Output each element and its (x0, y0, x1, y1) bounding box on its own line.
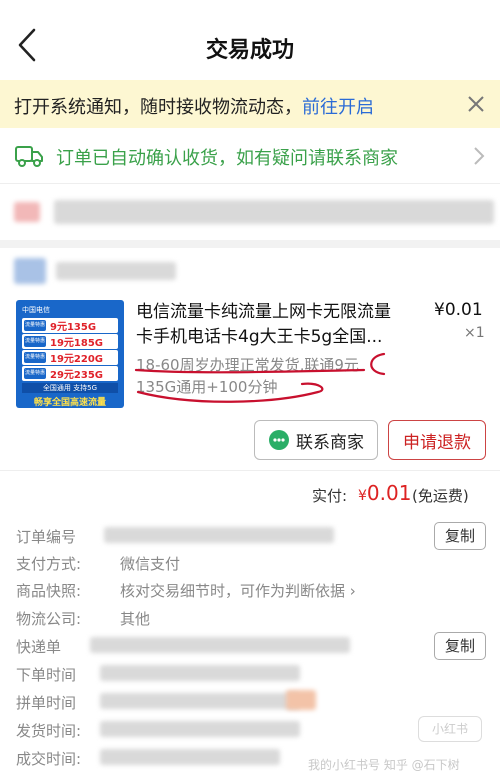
page-title: 交易成功 (205, 38, 294, 63)
address-row[interactable] (0, 184, 500, 240)
product-title-line: 电信流量卡纯流量上网卡无限流量 (136, 302, 391, 322)
notification-text: 打开系统通知，随时接收物流动态，前往开启 (14, 93, 374, 119)
address-redacted (54, 200, 494, 224)
watermark-text: 我的小红书号 知乎 @石下树 (308, 758, 460, 772)
logistics-value: 其他 (120, 610, 151, 628)
snapshot-label: 商品快照: (16, 582, 82, 600)
product-title-line: 卡手机电话卡4g大王卡5g全国... (136, 327, 383, 347)
xiaohongshu-watermark-badge: 小红书 (418, 716, 482, 742)
logistics-label: 物流公司: (16, 610, 82, 628)
shipping-note: (免运费) (412, 487, 469, 505)
product-spec-line: 18-60周岁办理正常发货,联通9元 (136, 356, 359, 374)
group-time-redacted (100, 693, 300, 709)
shop-row[interactable] (0, 248, 500, 294)
notification-banner: 打开系统通知，随时接收物流动态，前往开启 (0, 80, 500, 128)
total-amount: 0.01 (366, 481, 412, 505)
pay-method-value: 微信支付 (120, 555, 181, 573)
detail-row-snapshot[interactable]: 商品快照: 核对交易细节时，可作为判断依据 › (16, 576, 486, 602)
product-title[interactable]: 电信流量卡纯流量上网卡无限流量 卡手机电话卡4g大王卡5g全国... (136, 300, 426, 350)
order-time-label: 下单时间 (16, 666, 77, 684)
chat-bubble-icon (269, 430, 289, 450)
product-spec: 18-60周岁办理正常发货,联通9元 135G通用+100分钟 (136, 354, 396, 398)
detail-row-ship-time: 发货时间: (16, 716, 486, 742)
product-card[interactable]: 中国电信 流量特惠 9元135G 流量特惠 19元185G 流量特惠 19元220G … (0, 294, 500, 470)
shop-name-redacted (56, 262, 176, 280)
order-no-redacted (104, 527, 334, 543)
telecom-logo: 中国电信 (22, 306, 50, 314)
request-refund-button[interactable]: 申请退款 (388, 420, 486, 460)
plan-item: 流量特惠 19元220G (22, 350, 118, 365)
order-no-label: 订单编号 (16, 528, 77, 546)
detail-row-order-no: 订单编号 复制 (16, 522, 486, 550)
detail-row-pay-method: 支付方式: 微信支付 (16, 549, 486, 575)
product-thumbnail[interactable]: 中国电信 流量特惠 9元135G 流量特惠 19元185G 流量特惠 19元220G … (16, 300, 124, 408)
product-spec-line: 135G通用+100分钟 (136, 378, 278, 396)
order-details: 订单编号 复制 支付方式: 微信支付 商品快照: 核对交易细节时，可作为判断依据… (0, 516, 500, 782)
tracking-label: 快递单 (16, 638, 62, 656)
currency-symbol: ¥ (358, 488, 367, 504)
product-quantity: ×1 (464, 325, 485, 341)
group-time-redacted-extra (286, 690, 316, 710)
order-time-redacted (100, 665, 300, 681)
detail-row-logistics: 物流公司: 其他 (16, 604, 486, 630)
plan-item: 流量特惠 29元235G (22, 366, 118, 381)
location-icon-blurred (14, 202, 40, 222)
copy-tracking-button[interactable]: 复制 (434, 632, 486, 660)
tracking-redacted (90, 637, 350, 653)
plan-item: 流量特惠 9元135G (22, 318, 118, 333)
plan-item: 流量特惠 19元185G (22, 334, 118, 349)
deal-time-label: 成交时间: (16, 750, 82, 768)
thumb-badge: 全国通用 支持5G (22, 383, 118, 393)
thumb-footer: 畅享全国高速流量 (33, 398, 106, 408)
snapshot-value[interactable]: 核对交易细节时，可作为判断依据 › (120, 580, 356, 601)
delivery-truck-icon (15, 146, 43, 167)
order-status-text: 订单已自动确认收货，如有疑问请联系商家 (56, 148, 398, 169)
notification-message: 打开系统通知，随时接收物流动态， (14, 97, 302, 118)
pay-method-label: 支付方式: (16, 555, 82, 573)
payment-total-row: 实付: ¥0.01 (免运费) (0, 470, 500, 516)
total-price: ¥0.01 (358, 481, 411, 505)
detail-row-tracking: 快递单 复制 (16, 632, 486, 660)
nav-header: 交易成功 (0, 0, 500, 80)
deal-time-redacted (100, 749, 280, 765)
close-icon[interactable] (466, 94, 486, 114)
shop-avatar-blurred (14, 258, 46, 284)
group-time-label: 拼单时间 (16, 694, 77, 712)
copy-order-no-button[interactable]: 复制 (434, 522, 486, 550)
contact-seller-label: 联系商家 (296, 432, 364, 453)
ship-time-redacted (100, 721, 300, 737)
product-price: ¥0.01 (434, 300, 483, 320)
total-label: 实付: (312, 487, 348, 505)
detail-row-order-time: 下单时间 (16, 660, 486, 686)
enable-notification-link[interactable]: 前往开启 (302, 97, 374, 118)
detail-row-group-time: 拼单时间 (16, 688, 486, 714)
chevron-right-icon (474, 147, 485, 165)
contact-seller-button[interactable]: 联系商家 (254, 420, 378, 460)
order-status-row[interactable]: 订单已自动确认收货，如有疑问请联系商家 (0, 128, 500, 184)
ship-time-label: 发货时间: (16, 722, 82, 740)
plan-list: 流量特惠 9元135G 流量特惠 19元185G 流量特惠 19元220G 流量特惠 2… (22, 318, 118, 382)
